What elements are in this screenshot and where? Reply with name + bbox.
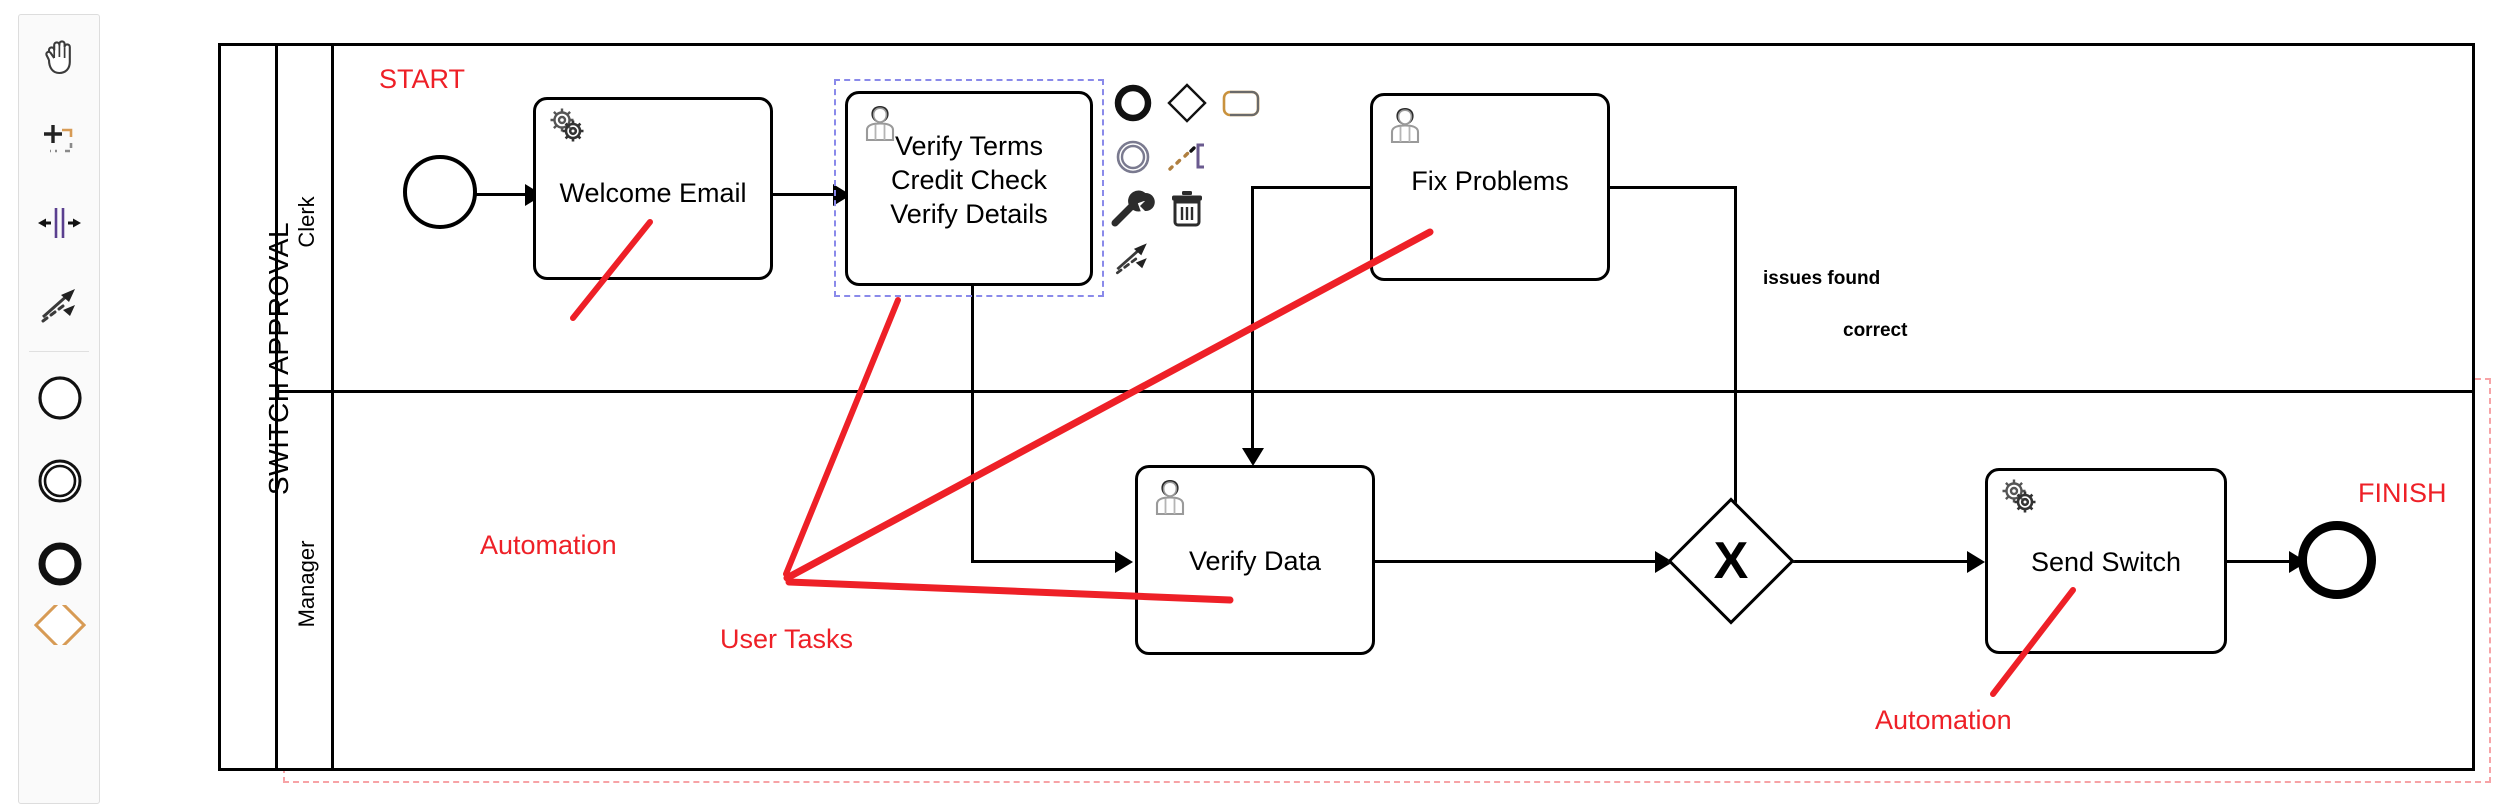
wrench-icon xyxy=(1111,190,1155,227)
flow-arrow-gateway-to-send-switch xyxy=(1967,551,1985,573)
user-task-person-icon xyxy=(1155,480,1185,516)
context-pad-append-end-event[interactable] xyxy=(1110,80,1156,126)
context-pad[interactable] xyxy=(1110,80,1270,275)
flow-label-correct: correct xyxy=(1843,320,1908,341)
task-send-switch-label: Send Switch xyxy=(2030,547,2182,577)
task-verify-terms-line-1: Verify Terms xyxy=(894,131,1044,161)
task-verify-data[interactable]: Verify Data xyxy=(1135,465,1375,655)
flow-verify-data-to-gateway[interactable] xyxy=(1374,560,1664,563)
context-pad-delete-element[interactable] xyxy=(1164,185,1210,231)
end-event-icon xyxy=(1114,84,1152,122)
task-verify-terms-line-2: Credit Check xyxy=(890,165,1048,195)
flow-arrow-verify-terms-to-verify-data xyxy=(1115,551,1133,573)
connect-arrow-icon xyxy=(1115,243,1147,275)
trash-icon xyxy=(1172,191,1202,227)
task-welcome-email[interactable]: Welcome Email xyxy=(533,97,773,280)
context-pad-append-text-annotation[interactable] xyxy=(1164,134,1210,180)
gateway-exclusive-symbol: X xyxy=(1713,532,1749,590)
task-verify-data-label: Verify Data xyxy=(1188,546,1322,576)
task-welcome-email-label: Welcome Email xyxy=(559,178,747,208)
service-task-gear-icon xyxy=(550,108,584,142)
flow-label-issues-found: issues found xyxy=(1763,268,1881,289)
task-fix-problems[interactable]: Fix Problems xyxy=(1370,93,1610,281)
context-pad-append-intermediate-event[interactable] xyxy=(1110,134,1156,180)
start-event[interactable] xyxy=(403,155,477,229)
annotation-user-tasks: User Tasks xyxy=(720,624,854,654)
end-event[interactable] xyxy=(2298,521,2376,599)
annotation-automation-2: Automation xyxy=(1875,705,2012,735)
task-verify-terms-line-3: Verify Details xyxy=(890,199,1048,229)
task-send-switch[interactable]: Send Switch xyxy=(1985,468,2227,654)
pool-label: SWITCH APPROVAL xyxy=(263,221,294,495)
intermediate-event-icon xyxy=(1116,140,1150,174)
flow-verify-terms-to-verify-data-horizontal[interactable] xyxy=(971,560,1121,563)
lane-divider xyxy=(278,390,2475,393)
context-pad-append-gateway[interactable] xyxy=(1164,80,1210,126)
flow-welcome-to-verify-terms[interactable] xyxy=(771,193,839,196)
snap-guide-vertical-right xyxy=(2489,378,2491,783)
task-fix-problems-label: Fix Problems xyxy=(1411,166,1569,196)
task-verify-terms[interactable]: Verify Terms Credit Check Verify Details xyxy=(845,91,1093,286)
context-pad-append-task[interactable] xyxy=(1218,80,1264,126)
flow-gateway-to-send-switch[interactable] xyxy=(1782,560,1976,563)
task-icon xyxy=(1222,90,1260,117)
gateway-icon xyxy=(1167,83,1207,123)
lane-label-clerk: Clerk xyxy=(294,196,319,248)
end-event-label: FINISH xyxy=(2358,478,2447,508)
context-pad-change-type[interactable] xyxy=(1110,185,1156,231)
context-pad-connect[interactable] xyxy=(1110,236,1156,282)
bpmn-canvas[interactable]: SWITCH APPROVAL Clerk Manager issues fou… xyxy=(0,0,2499,801)
lane-label-manager: Manager xyxy=(294,540,319,628)
snap-guide-horizontal-bottom xyxy=(283,781,2491,783)
flow-gateway-to-fix-problems-vertical[interactable] xyxy=(1734,186,1737,520)
annotation-automation-1: Automation xyxy=(480,530,617,560)
user-task-person-icon xyxy=(1390,108,1420,144)
text-annotation-icon xyxy=(1168,143,1204,171)
flow-start-to-welcome[interactable] xyxy=(470,193,530,196)
flow-send-switch-to-end[interactable] xyxy=(2226,560,2296,563)
service-task-gear-icon xyxy=(2002,479,2036,513)
flow-arrow-fix-problems-to-verify-data xyxy=(1242,448,1264,466)
start-event-label: START xyxy=(379,64,466,94)
